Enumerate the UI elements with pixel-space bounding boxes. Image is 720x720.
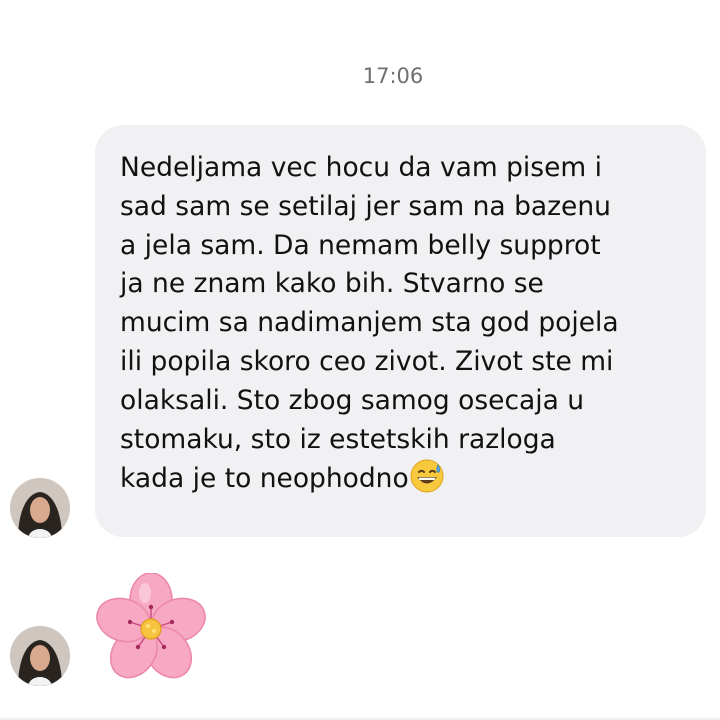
avatar[interactable] — [10, 626, 70, 686]
message-line: olaksali. Sto zbog samog osecaja u — [120, 384, 585, 416]
message-line: stomaku, sto iz estetskih razloga — [120, 423, 556, 455]
cherry-blossom-icon[interactable] — [95, 572, 207, 690]
message-line: a jela sam. Da nemam belly supprot — [120, 229, 601, 261]
grinning-face-with-sweat-icon — [410, 459, 444, 505]
message-line-text: kada je to neophodno — [120, 463, 409, 495]
message-line: ili popila skoro ceo zivot. Zivot ste mi — [120, 345, 614, 377]
message-line: sad sam se setilaj jer sam na bazenu — [120, 190, 611, 222]
message-bubble[interactable]: Nedeljama vec hocu da vam pisem i sad sa… — [95, 125, 706, 537]
message-line: Nedeljama vec hocu da vam pisem i — [120, 152, 603, 183]
message-line-last: kada je to neophodno — [120, 459, 688, 505]
timestamp: 17:06 — [362, 64, 424, 88]
avatar[interactable] — [10, 478, 70, 538]
message-line: mucim sa nadimanjem sta god pojela — [120, 307, 619, 339]
message-line: ja ne znam kako bih. Stvarno se — [120, 268, 544, 300]
